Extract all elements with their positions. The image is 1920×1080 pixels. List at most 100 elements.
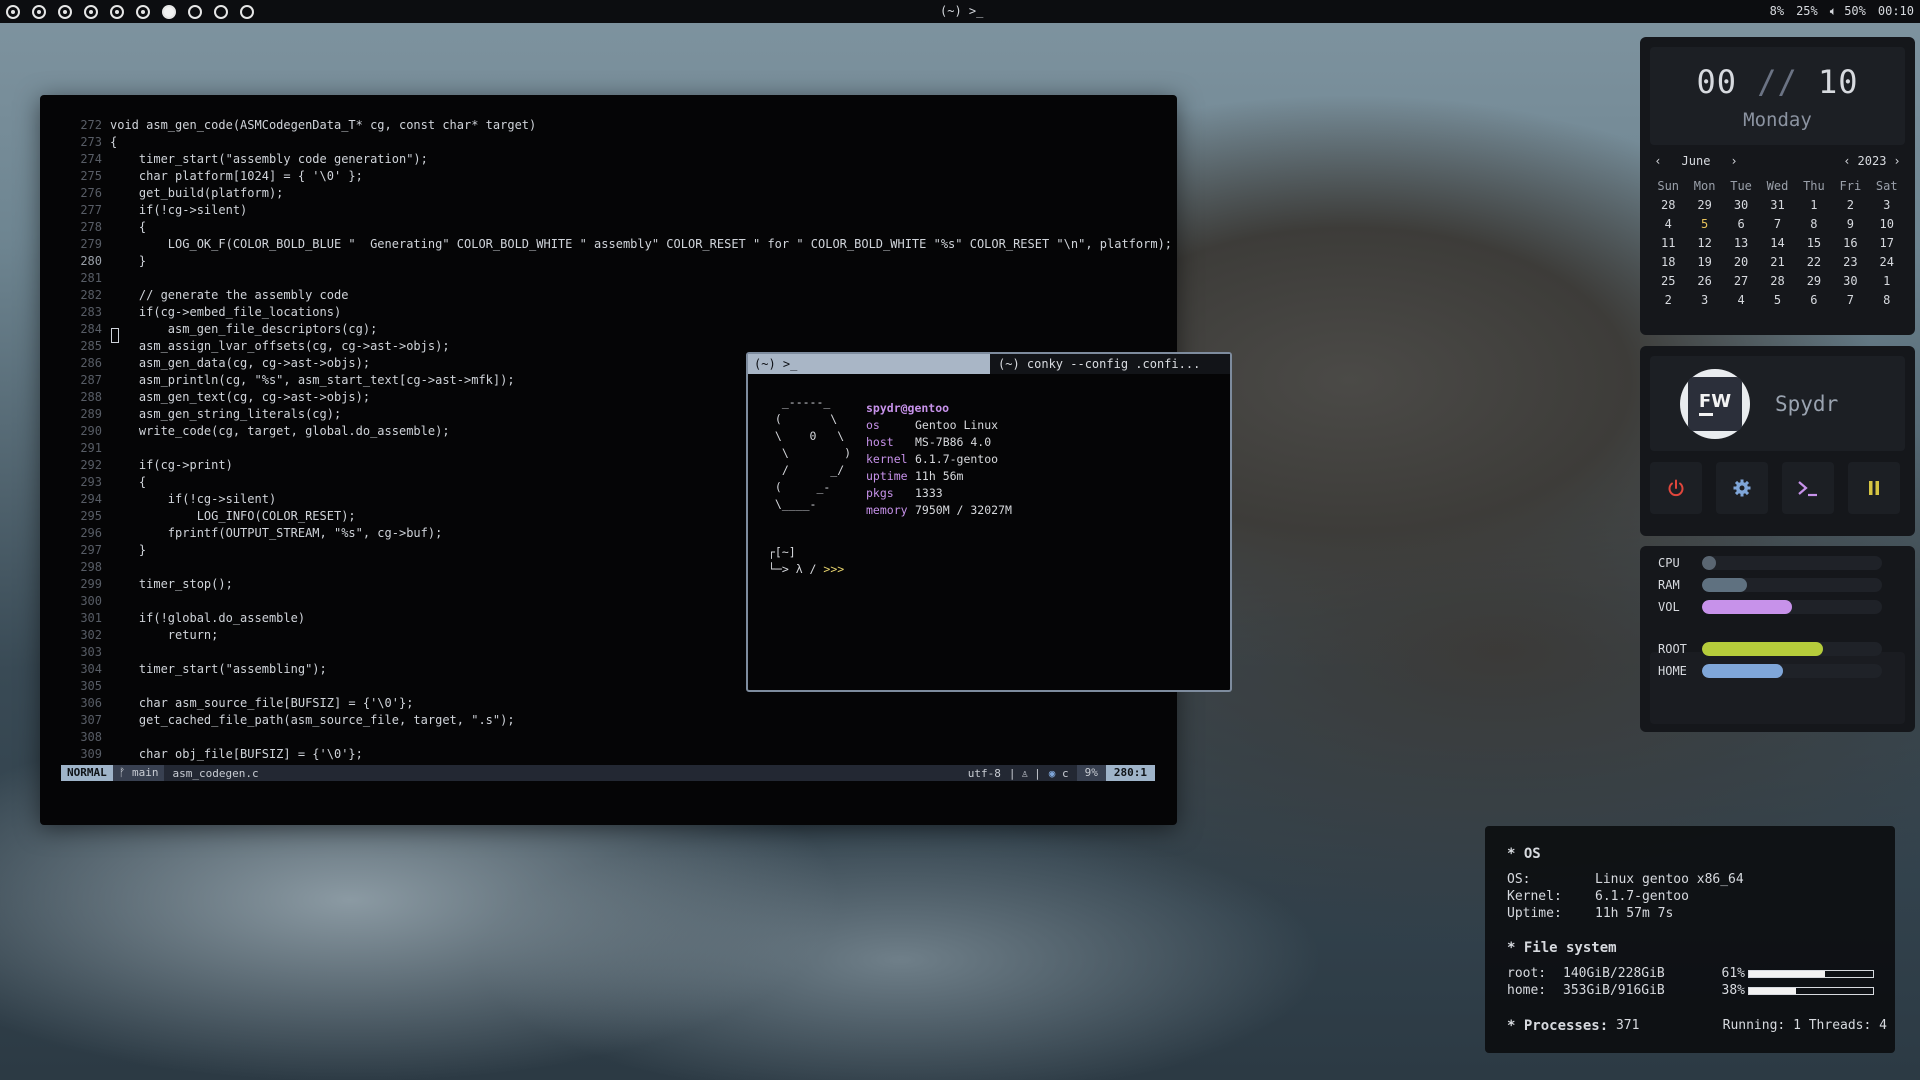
conky-panel: * OS OS: Linux gentoo x86_64 Kernel: 6.1.7-…: [1485, 826, 1895, 1053]
calendar-day[interactable]: 7: [1832, 293, 1868, 310]
session-buttons: [1650, 462, 1900, 514]
code-line[interactable]: 281: [60, 270, 1172, 287]
workspace-7[interactable]: [162, 4, 176, 19]
workspace-5[interactable]: [110, 4, 124, 19]
calendar-day[interactable]: 8: [1796, 217, 1832, 234]
calendar-day[interactable]: 3: [1869, 198, 1905, 215]
calendar-day[interactable]: 31: [1759, 198, 1795, 215]
statusline-separator: |: [1008, 766, 1016, 780]
workspace-9[interactable]: [214, 4, 228, 19]
power-button[interactable]: [1650, 462, 1702, 514]
calendar-day[interactable]: 30: [1723, 198, 1759, 215]
calendar-year: 2023: [1857, 154, 1887, 168]
line-text: void asm_gen_code(ASMCodegenData_T* cg, …: [110, 118, 537, 132]
workspace-6[interactable]: [136, 4, 150, 19]
workspace-3[interactable]: [58, 4, 72, 19]
code-line[interactable]: 307 get_cached_file_path(asm_source_file…: [60, 712, 1172, 729]
calendar-day[interactable]: 28: [1759, 274, 1795, 291]
prev-month-button[interactable]: ‹: [1650, 154, 1666, 168]
volume-indicator[interactable]: 🔈︎ 50%: [1830, 4, 1866, 19]
code-line[interactable]: 309 char obj_file[BUFSIZ] = {'\0'};: [60, 746, 1172, 763]
calendar-day[interactable]: 20: [1723, 255, 1759, 272]
calendar-day[interactable]: 30: [1832, 274, 1868, 291]
calendar-day[interactable]: 27: [1723, 274, 1759, 291]
settings-button[interactable]: [1716, 462, 1768, 514]
running-threads: Running: 1 Threads: 4: [1722, 1018, 1887, 1033]
calendar-day[interactable]: 1: [1796, 198, 1832, 215]
workspace-2[interactable]: [32, 4, 46, 19]
calendar-day[interactable]: 11: [1650, 236, 1686, 253]
calendar-day[interactable]: 21: [1759, 255, 1795, 272]
calendar-day[interactable]: 14: [1759, 236, 1795, 253]
calendar-day[interactable]: 23: [1832, 255, 1868, 272]
calendar-day[interactable]: 28: [1650, 198, 1686, 215]
battery-indicator[interactable]: 25%: [1796, 4, 1818, 19]
next-month-button[interactable]: ›: [1726, 154, 1742, 168]
calendar-day[interactable]: 8: [1869, 293, 1905, 310]
terminal-window[interactable]: (~) >_ (~) conky --config .confi... _---…: [746, 352, 1232, 692]
speaker-icon: 🔈︎: [1829, 4, 1837, 18]
calendar-day[interactable]: 1: [1869, 274, 1905, 291]
code-line[interactable]: 277 if(!cg->silent): [60, 202, 1172, 219]
code-line[interactable]: 272 void asm_gen_code(ASMCodegenData_T* c…: [60, 117, 1172, 134]
calendar-day[interactable]: 4: [1650, 217, 1686, 234]
code-line[interactable]: 275 char platform[1024] = { '\0' };: [60, 168, 1172, 185]
terminal-button[interactable]: [1782, 462, 1834, 514]
prompt-symbol: >>>: [823, 562, 845, 576]
calendar-day-today[interactable]: 5: [1686, 217, 1722, 234]
code-line[interactable]: 276 get_build(platform);: [60, 185, 1172, 202]
workspace-1[interactable]: [6, 4, 20, 19]
calendar-weekday: Sun: [1657, 179, 1680, 193]
calendar-day[interactable]: 5: [1759, 293, 1795, 310]
calendar-day[interactable]: 17: [1869, 236, 1905, 253]
avatar-text: FW: [1698, 390, 1732, 412]
code-line[interactable]: 306 char asm_source_file[BUFSIZ] = {'\0'…: [60, 695, 1172, 712]
calendar-day[interactable]: 15: [1796, 236, 1832, 253]
calendar-day[interactable]: 3: [1686, 293, 1722, 310]
code-line[interactable]: 308: [60, 729, 1172, 746]
avatar[interactable]: FW: [1680, 369, 1750, 439]
workspace-4[interactable]: [84, 4, 98, 19]
fetch-key: host: [866, 435, 894, 449]
prev-year-button[interactable]: ‹: [1839, 154, 1855, 168]
code-line[interactable]: 284 asm_gen_file_descriptors(cg);: [60, 321, 1172, 338]
calendar-day[interactable]: 6: [1723, 217, 1759, 234]
calendar-day[interactable]: 25: [1650, 274, 1686, 291]
conky-key: OS:: [1507, 872, 1531, 887]
brightness-indicator[interactable]: 8%: [1770, 4, 1784, 19]
calendar-weekday: Fri: [1839, 179, 1862, 193]
code-line[interactable]: 280 }: [60, 253, 1172, 270]
calendar-day[interactable]: 18: [1650, 255, 1686, 272]
calendar-day[interactable]: 19: [1686, 255, 1722, 272]
code-line[interactable]: 282 // generate the assembly code: [60, 287, 1172, 304]
calendar-day[interactable]: 26: [1686, 274, 1722, 291]
calendar-day[interactable]: 6: [1796, 293, 1832, 310]
calendar-day[interactable]: 16: [1832, 236, 1868, 253]
calendar-day[interactable]: 29: [1686, 198, 1722, 215]
next-year-button[interactable]: ›: [1889, 154, 1905, 168]
shell-prompt[interactable]: ┌[~] └─> λ / >>>: [768, 544, 844, 578]
calendar-day[interactable]: 9: [1832, 217, 1868, 234]
workspace-10[interactable]: [240, 4, 254, 19]
calendar-day[interactable]: 10: [1869, 217, 1905, 234]
workspace-8[interactable]: [188, 4, 202, 19]
calendar-day[interactable]: 2: [1650, 293, 1686, 310]
calendar-day[interactable]: 2: [1832, 198, 1868, 215]
calendar-day[interactable]: 12: [1686, 236, 1722, 253]
calendar-day[interactable]: 29: [1796, 274, 1832, 291]
code-line[interactable]: 274 timer_start("assembly code generatio…: [60, 151, 1172, 168]
calendar-day[interactable]: 4: [1723, 293, 1759, 310]
pause-button[interactable]: [1848, 462, 1900, 514]
clock-indicator[interactable]: 00:10: [1878, 4, 1914, 19]
code-line[interactable]: 279 LOG_OK_F(COLOR_BOLD_BLUE " Generatin…: [60, 236, 1172, 253]
calendar-day[interactable]: 22: [1796, 255, 1832, 272]
fetch-key: uptime: [866, 469, 908, 483]
calendar-day[interactable]: 24: [1869, 255, 1905, 272]
code-line[interactable]: 283 if(cg->embed_file_locations): [60, 304, 1172, 321]
terminal-tab-shell[interactable]: (~) >_: [748, 354, 990, 374]
terminal-tab-conky[interactable]: (~) conky --config .confi...: [990, 354, 1230, 374]
code-line[interactable]: 273 {: [60, 134, 1172, 151]
calendar-day[interactable]: 13: [1723, 236, 1759, 253]
code-line[interactable]: 278 {: [60, 219, 1172, 236]
calendar-day[interactable]: 7: [1759, 217, 1795, 234]
